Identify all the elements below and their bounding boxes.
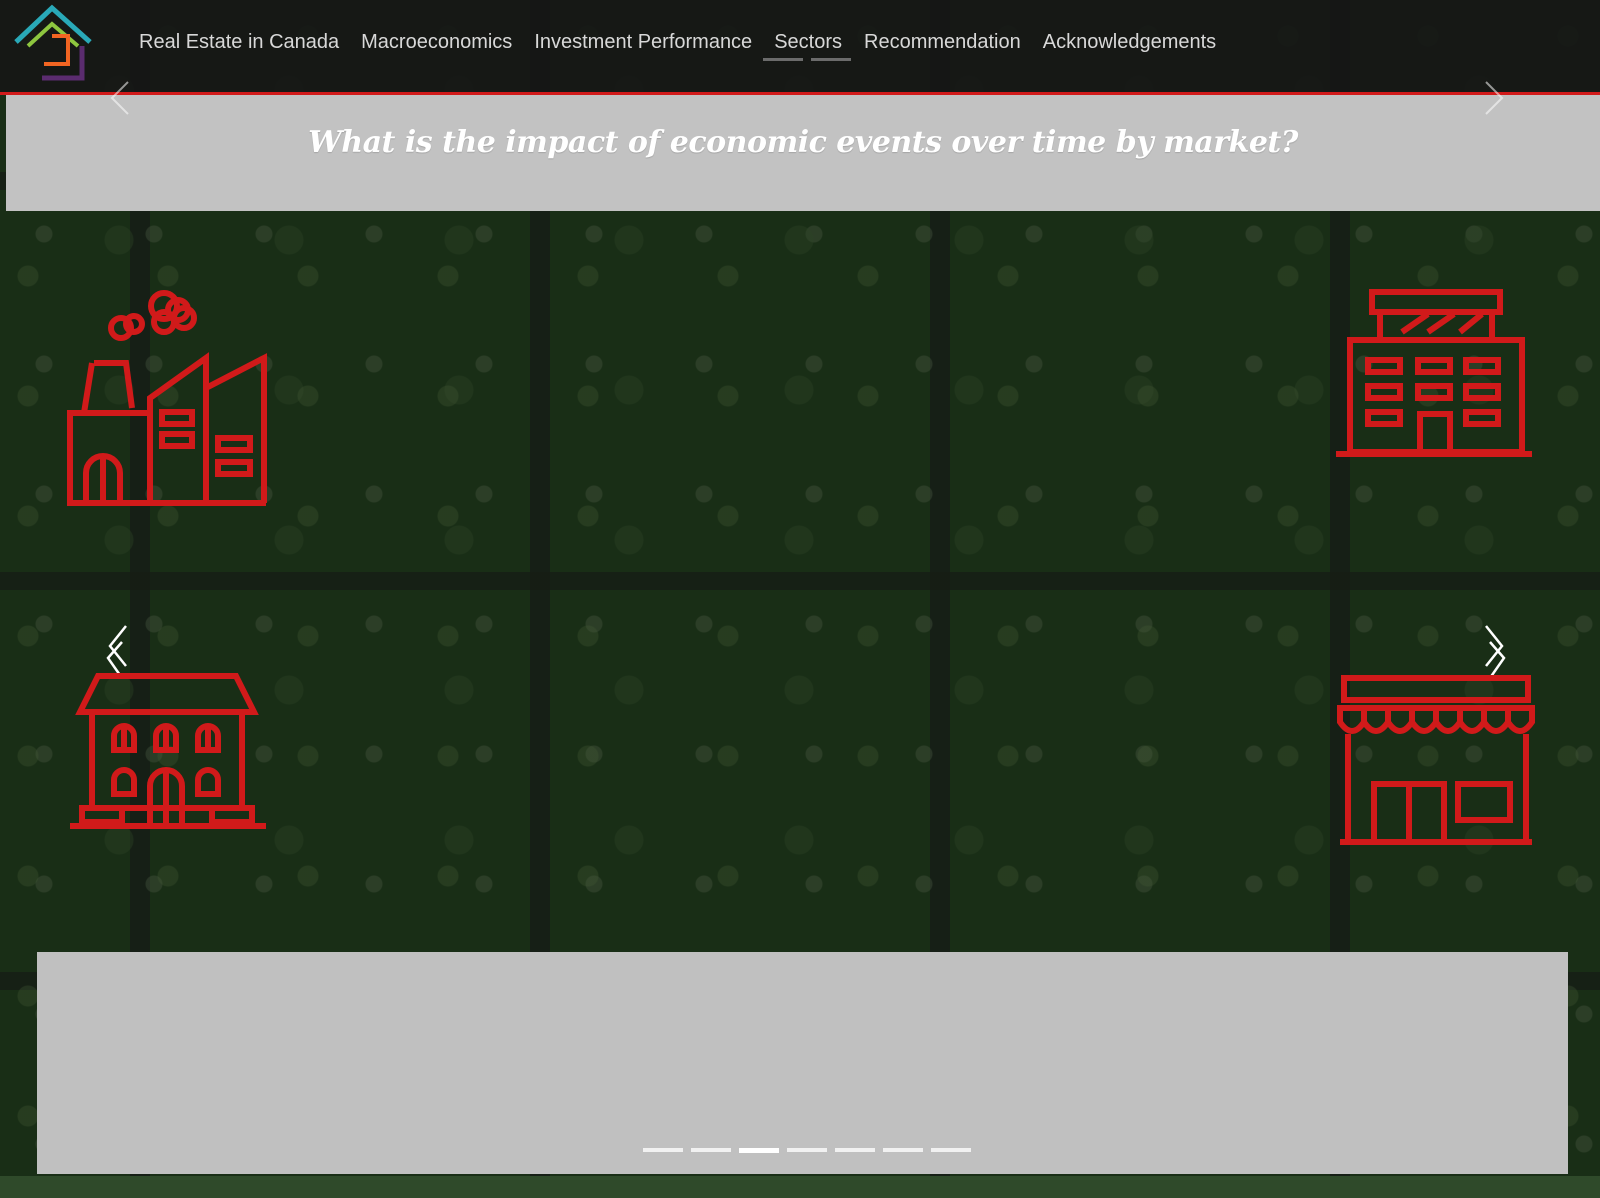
carousel-dot-4[interactable] <box>787 1148 827 1152</box>
top-navigation-bar: Real Estate in Canada Macroeconomics Inv… <box>0 0 1600 95</box>
house-logo-icon[interactable] <box>12 2 96 82</box>
nav-real-estate-in-canada[interactable]: Real Estate in Canada <box>128 28 350 56</box>
office-building-icon[interactable] <box>1336 288 1536 468</box>
question-heading: What is the impact of economic events ov… <box>308 125 1298 160</box>
carousel-dot-1[interactable] <box>643 1148 683 1152</box>
main-nav: Real Estate in Canada Macroeconomics Inv… <box>128 28 1227 56</box>
carousel-dot-7[interactable] <box>931 1148 971 1152</box>
chevron-right-icon[interactable] <box>1482 78 1506 118</box>
chevron-right-icon[interactable] <box>1482 622 1508 682</box>
carousel-dot-6[interactable] <box>883 1148 923 1152</box>
retail-store-icon[interactable] <box>1336 674 1536 850</box>
residential-house-icon[interactable] <box>66 670 272 840</box>
carousel-pagination <box>643 1148 971 1153</box>
chevron-left-icon[interactable] <box>108 78 132 118</box>
nav-sectors[interactable]: Sectors <box>763 28 853 56</box>
nav-acknowledgements[interactable]: Acknowledgements <box>1032 28 1227 56</box>
nav-macroeconomics[interactable]: Macroeconomics <box>350 28 523 56</box>
question-banner: What is the impact of economic events ov… <box>6 95 1600 211</box>
nav-recommendation[interactable]: Recommendation <box>853 28 1032 56</box>
carousel-dot-2[interactable] <box>691 1148 731 1152</box>
industrial-factory-icon[interactable] <box>66 288 272 508</box>
carousel-dot-3[interactable] <box>739 1148 779 1153</box>
chart-content-panel <box>37 952 1568 1174</box>
nav-active-indicator <box>763 58 803 61</box>
nav-active-indicator <box>811 58 851 61</box>
background-strip <box>0 1176 1600 1198</box>
nav-investment-performance[interactable]: Investment Performance <box>523 28 763 56</box>
carousel-dot-5[interactable] <box>835 1148 875 1152</box>
